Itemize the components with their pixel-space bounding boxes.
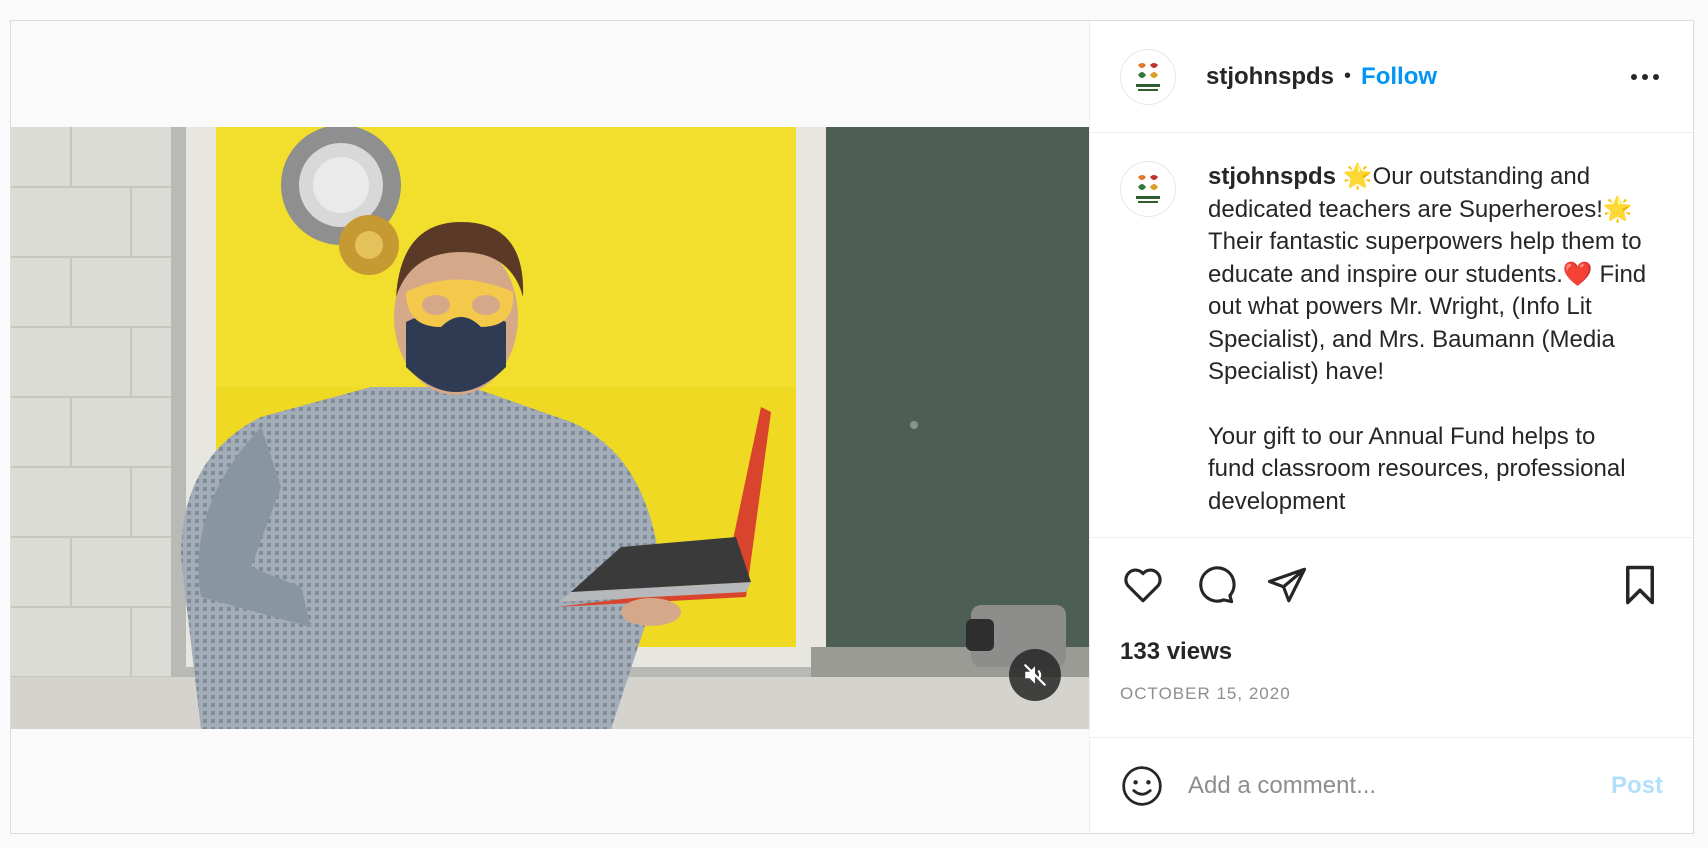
comment-bar: Post bbox=[1090, 737, 1693, 833]
separator-dot: • bbox=[1344, 65, 1352, 87]
actions-section: 133 views OCTOBER 15, 2020 bbox=[1090, 537, 1693, 704]
emoji-icon[interactable] bbox=[1120, 764, 1164, 808]
share-button[interactable] bbox=[1264, 562, 1310, 608]
like-button[interactable] bbox=[1120, 562, 1166, 608]
post-side-panel: stjohnspds • Follow stjohnspds 🌟Our outs… bbox=[1089, 21, 1693, 833]
post-header: stjohnspds • Follow bbox=[1090, 21, 1693, 133]
post-comment-button[interactable]: Post bbox=[1611, 772, 1663, 800]
more-options-icon bbox=[1631, 73, 1659, 80]
follow-button[interactable]: Follow bbox=[1361, 63, 1437, 91]
comment-input[interactable] bbox=[1188, 771, 1611, 800]
mute-toggle-button[interactable] bbox=[1009, 649, 1061, 701]
views-count[interactable]: 133 views bbox=[1120, 638, 1663, 666]
more-options-button[interactable] bbox=[1627, 62, 1663, 92]
post-video[interactable] bbox=[11, 127, 1089, 729]
heart-icon bbox=[1124, 568, 1162, 603]
post-date[interactable]: OCTOBER 15, 2020 bbox=[1120, 684, 1663, 704]
caption-text: stjohnspds 🌟Our outstanding and dedicate… bbox=[1208, 161, 1648, 537]
caption-paragraph-2: Your gift to our Annual Fund helps to fu… bbox=[1208, 422, 1626, 515]
school-crest-logo bbox=[1136, 62, 1160, 91]
caption-username-link[interactable]: stjohnspds bbox=[1208, 163, 1336, 190]
action-icons-row bbox=[1120, 560, 1663, 610]
save-button[interactable] bbox=[1617, 562, 1663, 608]
caption-paragraph-1: 🌟Our outstanding and dedicated teachers … bbox=[1208, 163, 1647, 385]
bookmark-icon bbox=[1626, 565, 1654, 605]
instagram-post: stjohnspds • Follow stjohnspds 🌟Our outs… bbox=[10, 20, 1694, 834]
comment-button[interactable] bbox=[1192, 562, 1238, 608]
header-username-link[interactable]: stjohnspds bbox=[1206, 63, 1334, 91]
muted-speaker-icon bbox=[1024, 664, 1046, 686]
comment-icon bbox=[1199, 566, 1236, 604]
share-icon bbox=[1267, 567, 1307, 603]
caption-avatar[interactable] bbox=[1120, 161, 1176, 217]
caption-section: stjohnspds 🌟Our outstanding and dedicate… bbox=[1090, 133, 1693, 537]
school-crest-logo bbox=[1136, 175, 1160, 203]
avatar[interactable] bbox=[1120, 48, 1176, 105]
video-frame-image bbox=[11, 127, 1089, 729]
post-media bbox=[11, 21, 1089, 833]
